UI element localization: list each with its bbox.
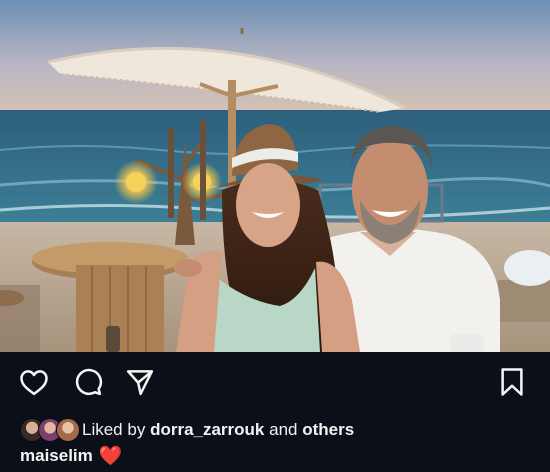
- post-image: [0, 0, 550, 352]
- comment-bubble-icon: [73, 367, 103, 402]
- liked-by-and: and: [269, 420, 298, 439]
- post-action-bar: [0, 352, 550, 412]
- paper-plane-icon: [125, 367, 155, 402]
- caption: maiselim ❤️: [20, 445, 122, 467]
- avatar: [56, 418, 80, 442]
- likes-text: Liked by dorra_zarrouk and others: [82, 420, 354, 440]
- like-button[interactable]: [18, 368, 50, 400]
- save-button[interactable]: [496, 367, 528, 402]
- liker-avatars: [20, 418, 82, 442]
- liked-by-prefix: Liked by: [82, 420, 146, 439]
- heart-outline-icon: [19, 368, 49, 401]
- liked-by-username[interactable]: dorra_zarrouk: [150, 420, 264, 439]
- red-heart-emoji: ❤️: [98, 445, 123, 467]
- share-button[interactable]: [124, 368, 156, 400]
- liked-by-others-link[interactable]: others: [302, 420, 354, 439]
- caption-username[interactable]: maiselim: [20, 446, 93, 466]
- comment-button[interactable]: [72, 368, 104, 400]
- bookmark-icon: [499, 367, 525, 402]
- likes-summary[interactable]: Liked by dorra_zarrouk and others: [20, 418, 354, 442]
- post-photo[interactable]: [0, 0, 550, 352]
